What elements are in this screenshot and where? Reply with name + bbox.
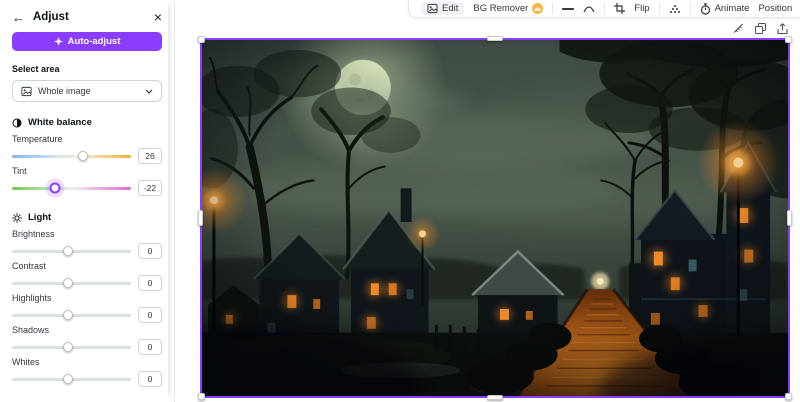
select-area-dropdown[interactable]: Whole image <box>12 80 162 102</box>
straighten-icon[interactable] <box>733 23 744 35</box>
brightness-label: Brightness <box>12 229 55 239</box>
edit-button[interactable]: Edit <box>421 2 465 15</box>
back-icon[interactable]: ← <box>12 10 25 25</box>
slider-row-shadows: Shadows 0 <box>12 325 162 357</box>
contrast-value[interactable]: 0 <box>138 275 162 291</box>
close-icon[interactable]: × <box>154 9 162 25</box>
selection-handle-bottom[interactable] <box>487 395 503 400</box>
temperature-value[interactable]: 26 <box>138 148 162 164</box>
highlights-value[interactable]: 0 <box>138 307 162 323</box>
select-area-label: Select area <box>12 64 60 74</box>
duplicate-icon[interactable] <box>755 23 766 35</box>
flip-button[interactable]: Flip <box>634 3 649 14</box>
selection-handle-left[interactable] <box>198 210 203 226</box>
toolbar-separator <box>552 3 554 14</box>
crop-button[interactable] <box>614 3 626 14</box>
animate-button[interactable]: Animate <box>700 2 749 15</box>
toolbar-separator <box>689 3 691 14</box>
auto-adjust-button[interactable]: Auto-adjust <box>12 32 162 51</box>
white-balance-icon <box>12 118 22 128</box>
temperature-slider-thumb[interactable] <box>78 151 89 161</box>
sun-icon <box>12 212 22 223</box>
slider-row-highlights: Highlights 0 <box>12 293 162 325</box>
slider-row-temperature: Temperature 26 <box>12 134 162 166</box>
spooky-street-image[interactable] <box>202 40 788 396</box>
toolbar-separator <box>604 3 606 14</box>
tint-label: Tint <box>12 166 27 176</box>
edit-toolbar: Edit BG Remover Flip Animate Position <box>408 0 800 18</box>
select-area-value: Whole image <box>38 86 91 96</box>
stopwatch-icon <box>700 2 711 15</box>
pro-crown-icon <box>532 3 544 14</box>
panel-header: ← Adjust × <box>12 6 162 28</box>
selection-handle-bottom-left[interactable] <box>198 393 205 400</box>
chevron-down-icon <box>145 89 153 94</box>
temperature-slider[interactable] <box>12 151 131 161</box>
auto-adjust-label: Auto-adjust <box>67 36 121 47</box>
white-balance-header: White balance <box>12 117 162 128</box>
toolbar-separator <box>658 3 660 14</box>
brightness-value[interactable]: 0 <box>138 243 162 259</box>
curve-icon <box>583 5 595 13</box>
bg-remover-button[interactable]: BG Remover <box>473 3 544 14</box>
tint-slider-thumb[interactable] <box>49 182 61 194</box>
highlights-slider[interactable] <box>12 310 131 320</box>
shadows-value[interactable]: 0 <box>138 339 162 355</box>
slider-row-contrast: Contrast 0 <box>12 261 162 293</box>
panel-scrollbar[interactable] <box>168 4 171 396</box>
contrast-slider-thumb[interactable] <box>62 278 73 288</box>
selection-handle-right[interactable] <box>787 210 792 226</box>
contrast-slider[interactable] <box>12 278 131 288</box>
panel-title: Adjust <box>33 11 69 23</box>
selected-image-frame[interactable] <box>198 36 792 400</box>
whites-slider[interactable] <box>12 374 131 384</box>
whites-slider-thumb[interactable] <box>62 374 73 384</box>
share-icon[interactable] <box>777 23 788 35</box>
dots-pattern-button[interactable] <box>669 4 681 14</box>
temperature-label: Temperature <box>12 134 63 144</box>
brightness-slider-thumb[interactable] <box>62 246 73 256</box>
dots-icon <box>669 4 681 14</box>
position-button[interactable]: Position <box>758 3 792 14</box>
shadows-slider[interactable] <box>12 342 131 352</box>
tint-value[interactable]: -22 <box>138 180 162 196</box>
highlights-slider-thumb[interactable] <box>62 310 73 320</box>
selection-handle-top[interactable] <box>487 36 503 41</box>
edit-image-icon <box>427 3 438 14</box>
tint-slider[interactable] <box>12 182 131 194</box>
line-weight-button[interactable] <box>562 7 575 11</box>
selection-handle-bottom-right[interactable] <box>785 393 792 400</box>
slider-row-brightness: Brightness 0 <box>12 229 162 261</box>
whites-value[interactable]: 0 <box>138 371 162 387</box>
light-header: Light <box>12 212 162 223</box>
slider-row-whites: Whites 0 <box>12 357 162 389</box>
shadows-label: Shadows <box>12 325 50 335</box>
canvas-actions <box>733 23 788 35</box>
whites-label: Whites <box>12 357 40 367</box>
line-icon <box>562 7 575 11</box>
sparkle-icon <box>53 37 63 46</box>
brightness-slider[interactable] <box>12 246 131 256</box>
crop-icon <box>614 3 626 14</box>
slider-row-tint: Tint -22 <box>12 166 162 198</box>
image-icon <box>21 86 32 97</box>
highlights-label: Highlights <box>12 293 52 303</box>
shadows-slider-thumb[interactable] <box>62 342 73 352</box>
contrast-label: Contrast <box>12 261 47 271</box>
curve-button[interactable] <box>583 5 595 13</box>
selection-handle-top-right[interactable] <box>785 36 792 43</box>
selection-handle-top-left[interactable] <box>198 36 205 43</box>
photo-editor: ← Adjust × Auto-adjust Select area Whole… <box>0 0 800 402</box>
adjust-panel: ← Adjust × Auto-adjust Select area Whole… <box>0 0 175 402</box>
